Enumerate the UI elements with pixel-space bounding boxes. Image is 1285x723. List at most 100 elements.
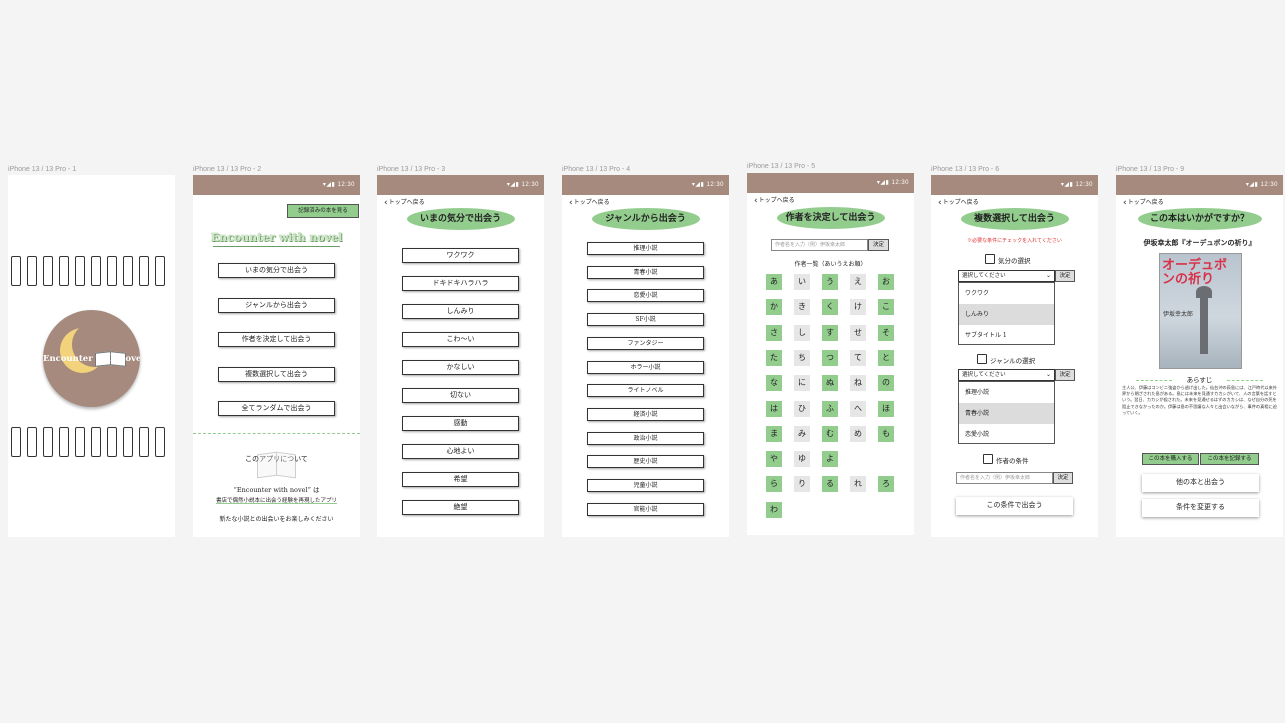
kana-button[interactable]: や bbox=[766, 451, 782, 468]
kana-button[interactable]: た bbox=[766, 349, 782, 366]
kana-button[interactable]: ろ bbox=[878, 476, 894, 493]
genre-button[interactable]: ライトノベル bbox=[587, 384, 704, 398]
kana-button[interactable]: し bbox=[794, 324, 810, 341]
author-checkbox[interactable] bbox=[983, 454, 993, 464]
back-link[interactable]: ‹トップへ戻る bbox=[384, 197, 425, 208]
mood-button[interactable]: 切ない bbox=[402, 388, 519, 403]
mood-option[interactable]: サブタイトル 1 bbox=[959, 325, 1054, 346]
decide-button[interactable]: 決定 bbox=[868, 239, 889, 251]
record-book-button[interactable]: この本を記録する bbox=[1200, 453, 1259, 465]
mood-button[interactable]: ドキドキハラハラ bbox=[402, 276, 519, 291]
kana-button[interactable]: ぬ bbox=[822, 375, 838, 392]
kana-button[interactable]: き bbox=[794, 299, 810, 316]
kana-button[interactable]: ま bbox=[766, 425, 782, 442]
mood-button[interactable]: 絶望 bbox=[402, 500, 519, 515]
genre-button[interactable]: ホラー小説 bbox=[587, 360, 704, 374]
mood-button[interactable]: 感動 bbox=[402, 416, 519, 431]
kana-button[interactable]: ゆ bbox=[794, 451, 810, 468]
kana-button[interactable]: く bbox=[822, 299, 838, 316]
kana-button[interactable]: ね bbox=[850, 375, 866, 392]
kana-button[interactable]: れ bbox=[850, 476, 866, 493]
mood-option[interactable]: しんみり bbox=[959, 304, 1054, 325]
menu-button[interactable]: 複数選択して出会う bbox=[218, 366, 335, 382]
other-book-button[interactable]: 他の本と出会う bbox=[1142, 474, 1259, 492]
kana-button[interactable]: に bbox=[794, 375, 810, 392]
genre-button[interactable]: SF小説 bbox=[587, 313, 704, 327]
kana-button[interactable]: い bbox=[794, 274, 810, 290]
kana-button[interactable]: さ bbox=[766, 324, 782, 341]
kana-button[interactable]: う bbox=[822, 274, 838, 290]
back-link[interactable]: ‹トップへ戻る bbox=[1123, 197, 1164, 208]
mood-button[interactable]: しんみり bbox=[402, 304, 519, 319]
mood-button[interactable]: ワクワク bbox=[402, 248, 519, 263]
change-conditions-button[interactable]: 条件を変更する bbox=[1142, 499, 1259, 517]
kana-button[interactable]: す bbox=[822, 324, 838, 341]
kana-button[interactable]: ち bbox=[794, 349, 810, 366]
kana-button[interactable]: る bbox=[822, 476, 838, 493]
submit-conditions-button[interactable]: この条件で出会う bbox=[956, 497, 1073, 515]
mood-select[interactable]: 選択してください ⌄ bbox=[958, 270, 1055, 282]
kana-button[interactable]: せ bbox=[850, 324, 866, 341]
menu-button[interactable]: 全てランダムで出会う bbox=[218, 401, 335, 416]
synopsis-text: 主人公、伊藤はコンビニ強盗から逃げ出した。仙台沖の荻島には、江戸時代以来外界から… bbox=[1122, 385, 1277, 415]
kana-button[interactable]: は bbox=[766, 400, 782, 417]
genre-option[interactable]: 推理小説 bbox=[959, 382, 1054, 403]
kana-button[interactable]: て bbox=[850, 349, 866, 366]
genre-select[interactable]: 選択してください ⌄ bbox=[958, 369, 1055, 381]
kana-button[interactable]: つ bbox=[822, 349, 838, 366]
kana-button[interactable]: お bbox=[878, 274, 894, 290]
genre-button[interactable]: 児童小説 bbox=[587, 479, 704, 492]
kana-button[interactable]: の bbox=[878, 375, 894, 392]
genre-decide-button[interactable]: 決定 bbox=[1055, 369, 1075, 381]
mood-button[interactable]: こわ〜い bbox=[402, 332, 519, 347]
author-input[interactable]: 作者名を入力（例）伊坂幸太郎 bbox=[956, 472, 1053, 484]
kana-button[interactable]: わ bbox=[766, 501, 782, 518]
kana-button[interactable]: よ bbox=[822, 451, 838, 468]
kana-button[interactable]: こ bbox=[878, 299, 894, 316]
kana-button[interactable]: へ bbox=[850, 400, 866, 417]
mood-option[interactable]: ワクワク bbox=[959, 283, 1054, 304]
kana-button[interactable]: ひ bbox=[794, 400, 810, 417]
kana-button[interactable]: な bbox=[766, 375, 782, 392]
mood-button[interactable]: 心地よい bbox=[402, 444, 519, 459]
kana-button[interactable]: め bbox=[850, 425, 866, 442]
kana-button[interactable]: か bbox=[766, 299, 782, 316]
kana-button[interactable]: み bbox=[794, 425, 810, 442]
menu-button[interactable]: ジャンルから出会う bbox=[218, 297, 335, 313]
genre-button[interactable]: 政治小説 bbox=[587, 431, 704, 445]
mood-checkbox[interactable] bbox=[985, 254, 995, 264]
kana-button[interactable]: ら bbox=[766, 476, 782, 493]
back-link[interactable]: ‹トップへ戻る bbox=[569, 197, 610, 208]
genre-option[interactable]: 青春小説 bbox=[959, 403, 1054, 424]
mood-button[interactable]: 希望 bbox=[402, 472, 519, 487]
author-input[interactable]: 作者名を入力（例）伊坂幸太郎 bbox=[771, 239, 868, 251]
kana-button[interactable]: そ bbox=[878, 324, 894, 341]
kana-button[interactable]: え bbox=[850, 274, 866, 290]
kana-button[interactable]: も bbox=[878, 425, 894, 442]
kana-button[interactable]: と bbox=[878, 349, 894, 366]
genre-button[interactable]: 恋愛小説 bbox=[587, 289, 704, 303]
genre-button[interactable]: 歴史小説 bbox=[587, 455, 704, 469]
kana-button[interactable]: あ bbox=[766, 274, 782, 290]
mood-decide-button[interactable]: 決定 bbox=[1055, 270, 1075, 282]
menu-button[interactable]: 作者を決定して出会う bbox=[218, 332, 335, 347]
kana-button[interactable]: ふ bbox=[822, 400, 838, 417]
genre-option[interactable]: 恋愛小説 bbox=[959, 424, 1054, 445]
genre-checkbox[interactable] bbox=[977, 354, 987, 364]
buy-book-button[interactable]: この本を購入する bbox=[1142, 453, 1199, 465]
menu-button[interactable]: いまの気分で出会う bbox=[218, 263, 335, 278]
genre-button[interactable]: 推理小説 bbox=[587, 242, 704, 255]
read-books-button[interactable]: 記録済みの本を見る bbox=[287, 204, 359, 218]
kana-button[interactable]: む bbox=[822, 425, 838, 442]
genre-button[interactable]: 青春小説 bbox=[587, 265, 704, 279]
author-decide-button[interactable]: 決定 bbox=[1053, 472, 1073, 484]
kana-button[interactable]: け bbox=[850, 299, 866, 316]
genre-button[interactable]: ファンタジー bbox=[587, 336, 704, 350]
mood-button[interactable]: かなしい bbox=[402, 360, 519, 375]
back-link[interactable]: ‹トップへ戻る bbox=[938, 197, 979, 208]
kana-button[interactable]: ほ bbox=[878, 400, 894, 417]
back-link[interactable]: ‹トップへ戻る bbox=[754, 195, 795, 206]
genre-button[interactable]: 経済小説 bbox=[587, 407, 704, 421]
genre-button[interactable]: 官能小説 bbox=[587, 502, 704, 516]
kana-button[interactable]: り bbox=[794, 476, 810, 493]
